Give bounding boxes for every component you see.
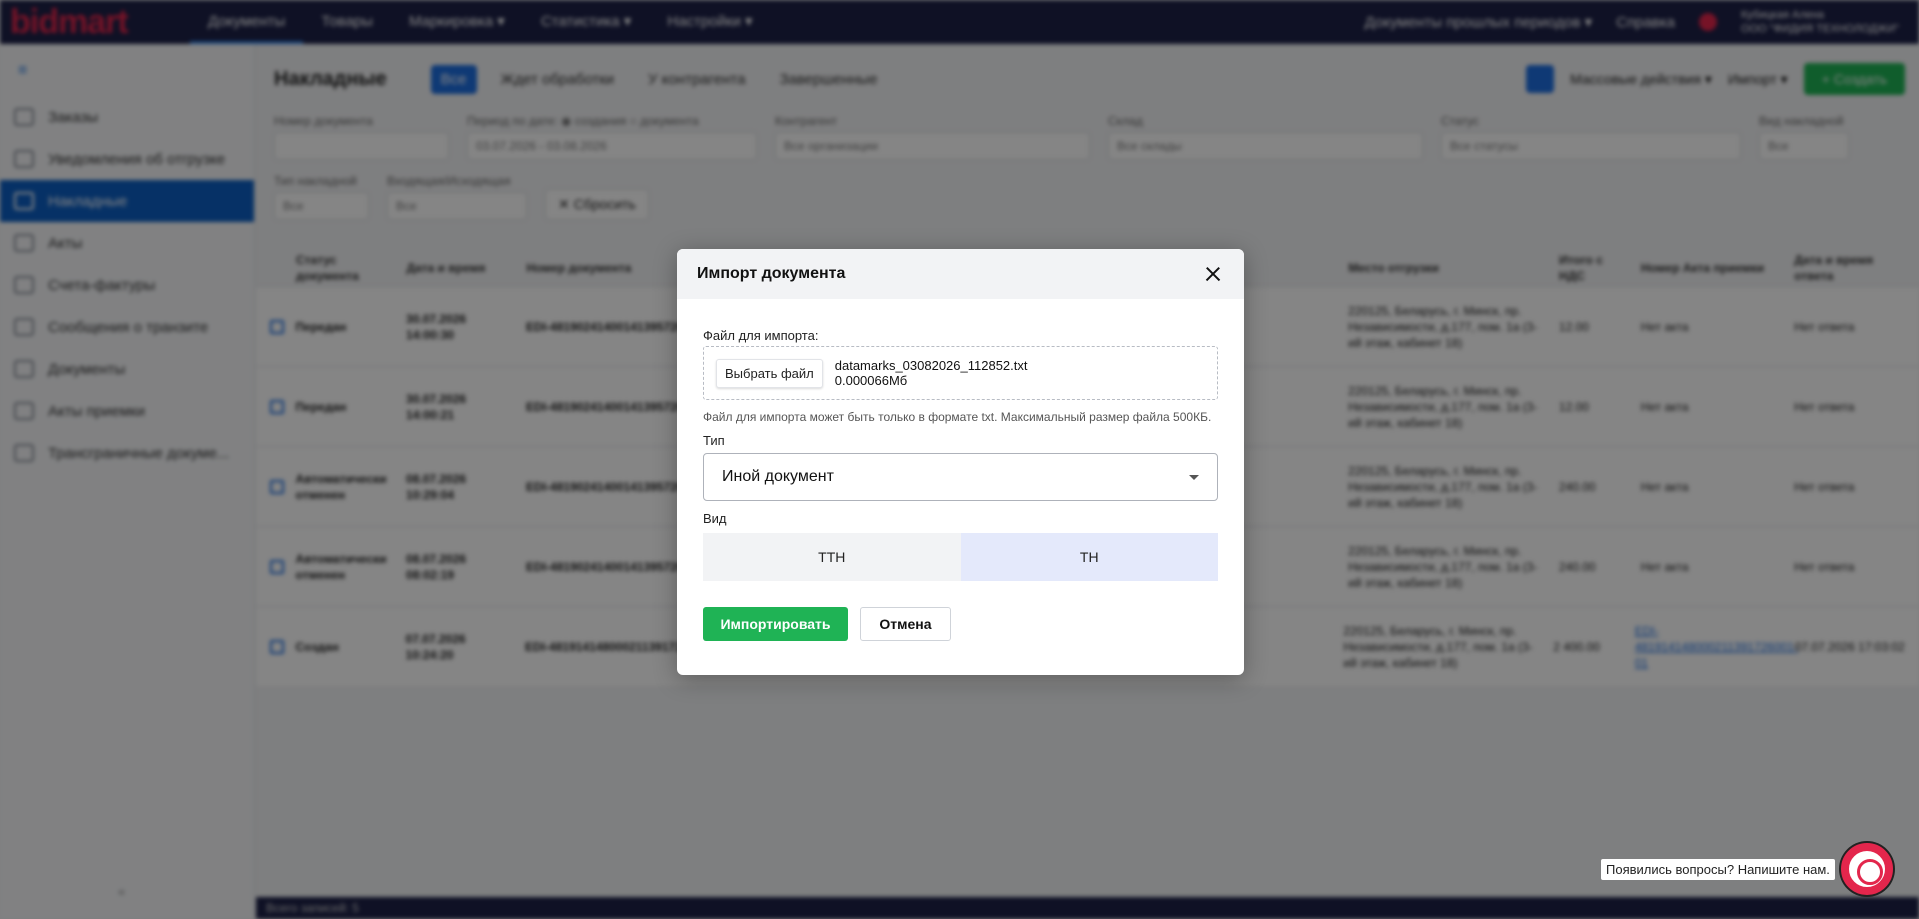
file-label: Файл для импорта: (703, 328, 819, 343)
selected-file: datamarks_03082026_112852.txt 0.000066Мб (835, 358, 1028, 388)
file-drop-zone[interactable]: Выбрать файл datamarks_03082026_112852.t… (703, 346, 1218, 400)
file-size: 0.000066Мб (834, 373, 908, 388)
dialog-header: Импорт документа (677, 249, 1244, 299)
kind-option-tn[interactable]: ТН (960, 533, 1218, 581)
support-text[interactable]: Появились вопросы? Напишите нам. (1601, 858, 1835, 880)
kind-label: Вид (703, 511, 727, 526)
kind-toggle: ТТН ТН (703, 533, 1218, 581)
close-icon[interactable] (1202, 263, 1224, 285)
file-name: datamarks_03082026_112852.txt (834, 358, 1028, 373)
dialog-actions: Импортировать Отмена (703, 607, 1218, 641)
kind-option-ttn[interactable]: ТТН (703, 533, 961, 581)
type-label: Тип (703, 433, 725, 448)
dialog-body: Файл для импорта: Выбрать файл datamarks… (677, 299, 1244, 641)
type-select-value: Иной документ (722, 468, 834, 485)
cancel-button[interactable]: Отмена (860, 607, 951, 641)
lifebuoy-icon[interactable] (1840, 843, 1893, 895)
choose-file-button[interactable]: Выбрать файл (716, 358, 823, 388)
dialog-title: Импорт документа (697, 265, 846, 282)
support-widget[interactable]: Появились вопросы? Напишите нам. (1601, 843, 1893, 895)
import-document-dialog: Импорт документа Файл для импорта: Выбра… (677, 249, 1244, 675)
caret-down-icon (1189, 474, 1199, 480)
type-select[interactable]: Иной документ (703, 453, 1218, 501)
import-button[interactable]: Импортировать (703, 607, 848, 641)
file-hint: Файл для импорта может быть только в фор… (703, 410, 1212, 424)
